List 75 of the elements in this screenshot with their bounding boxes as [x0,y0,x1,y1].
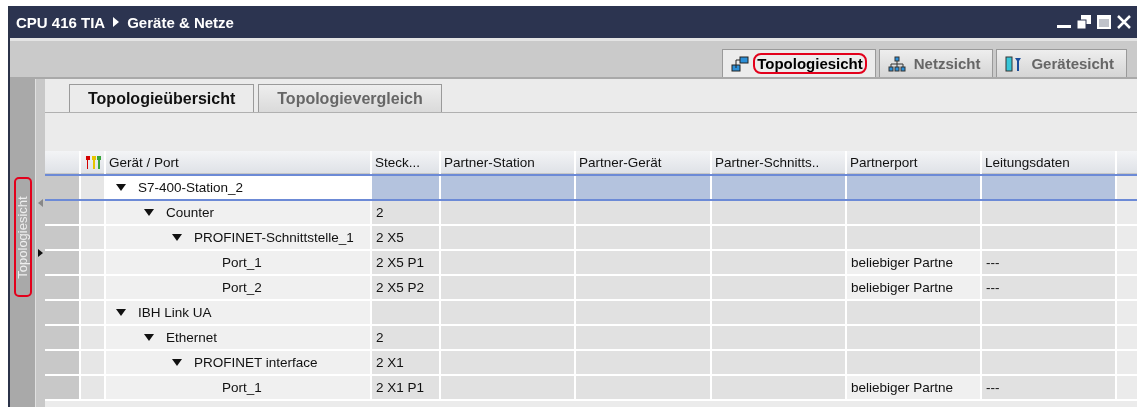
caret-icon[interactable] [144,209,154,216]
table-cell: 2 X5 P1 [372,251,439,274]
tree-label: Counter [166,205,215,220]
tree-label: Port_1 [222,380,262,395]
caret-icon[interactable] [144,334,154,341]
expand-arrow-icon[interactable] [38,249,43,257]
table-row[interactable]: Ethernet 2 [45,326,1137,351]
table-row[interactable]: Port_2 2 X5 P2 beliebiger Partne --- [45,276,1137,301]
column-header[interactable]: Partner-Schnitts.. [712,151,845,174]
table-cell: 2 X5 P2 [372,276,439,299]
table-cell: 2 [372,201,439,224]
caret-icon[interactable] [116,184,126,191]
sub-tab[interactable]: Topologieübersicht [69,84,255,112]
tree-label: PROFINET interface [194,355,318,370]
tree-label: S7-400-Station_2 [138,180,244,195]
table-row[interactable]: Counter 2 [45,201,1137,226]
tree-label: Port_1 [222,255,262,270]
table-cell: 2 [372,326,439,349]
column-header[interactable]: Partnerport [847,151,980,174]
caret-icon[interactable] [172,234,182,241]
table-cell: beliebiger Partne [847,376,980,399]
column-header[interactable]: Gerät / Port [106,151,370,174]
tools-icon [84,154,102,170]
table-cell [372,301,439,324]
view-tab[interactable]: Netzsicht [878,49,994,77]
status-cell [81,176,104,199]
status-cell [81,351,104,374]
table-cell: --- [982,276,1115,299]
status-cell [81,326,104,349]
table-cell: beliebiger Partne [847,251,980,274]
table-row[interactable]: PROFINET interface 2 X1 [45,351,1137,376]
column-header[interactable]: Partner-Station [441,151,574,174]
header-filler [1117,151,1137,174]
status-cell [81,251,104,274]
view-tab[interactable]: Gerätesicht [996,49,1127,77]
row-filler [1117,176,1137,199]
breadcrumb-item: CPU 416 TIA [16,13,106,31]
close-icon[interactable] [1117,15,1131,29]
status-cell [81,226,104,249]
row-filler [1117,201,1137,224]
table-row[interactable]: PROFINET-Schnittstelle_1 2 X5 [45,226,1137,251]
table-row[interactable]: S7-400-Station_2 [45,174,1137,201]
column-header[interactable]: Partner-Gerät [576,151,710,174]
tree-label: Port_2 [222,280,262,295]
tree-label: PROFINET-Schnittstelle_1 [194,230,354,245]
table-row[interactable]: Port_1 2 X5 P1 beliebiger Partne --- [45,251,1137,276]
table-cell [372,176,439,199]
network-icon [887,55,906,72]
restore-icon[interactable] [1077,15,1091,29]
tree-label: IBH Link UA [138,305,212,320]
topology-icon [731,55,750,72]
breadcrumb-item: Geräte & Netze [127,13,234,31]
status-cell [81,301,104,324]
table-row[interactable]: Port_1 2 X1 P1 beliebiger Partne --- [45,376,1137,401]
table-cell: 2 X1 [372,351,439,374]
status-cell [81,201,104,224]
breadcrumb-arrow-icon [113,17,120,27]
device-icon [1005,55,1024,72]
tree-label: Ethernet [166,330,218,345]
caret-icon[interactable] [172,359,182,366]
caret-icon[interactable] [116,309,126,316]
column-header[interactable]: Leitungsdaten [982,151,1115,174]
table-cell: --- [982,376,1115,399]
view-tab[interactable]: Topologiesicht [722,49,876,77]
maximize-icon[interactable] [1097,15,1111,29]
status-cell [81,376,104,399]
table-cell: --- [982,251,1115,274]
column-header[interactable]: Steck... [372,151,439,174]
table-cell: 2 X5 [372,226,439,249]
table-cell: beliebiger Partne [847,276,980,299]
table-cell: 2 X1 P1 [372,376,439,399]
status-cell [81,276,104,299]
collapse-arrow-icon[interactable] [38,199,43,207]
table-row[interactable]: IBH Link UA [45,301,1137,326]
sub-tab[interactable]: Topologievergleich [258,84,442,112]
